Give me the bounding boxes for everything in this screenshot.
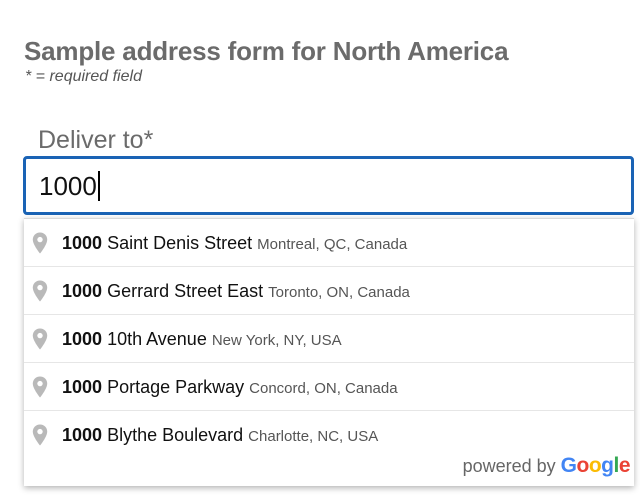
suggestion-number: 1000	[62, 233, 103, 253]
deliver-to-input-text[interactable]: 1000	[39, 171, 100, 202]
google-logo-letter: o	[576, 454, 589, 477]
required-field-note: * = required field	[25, 68, 142, 85]
suggestion-item[interactable]: 1000 Blythe Boulevard Charlotte, NC, USA	[24, 411, 634, 458]
suggestion-number: 1000	[62, 425, 103, 445]
google-logo-letter: e	[618, 454, 631, 477]
suggestion-item[interactable]: 1000 Gerrard Street East Toronto, ON, Ca…	[24, 267, 634, 315]
suggestion-secondary: Montreal, QC, Canada	[257, 236, 408, 253]
google-logo-letter: o	[588, 454, 602, 477]
map-pin-icon	[32, 424, 48, 446]
deliver-to-field[interactable]: 1000	[23, 156, 634, 215]
suggestion-secondary: Toronto, ON, Canada	[268, 284, 410, 301]
suggestion-street: Blythe Boulevard	[107, 425, 244, 445]
suggestion-number: 1000	[62, 281, 103, 301]
suggestion-text: 1000 Saint Denis Street Montreal, QC, Ca…	[62, 233, 407, 254]
suggestion-text: 1000 Portage Parkway Concord, ON, Canada	[62, 377, 398, 398]
suggestion-secondary: New York, NY, USA	[211, 332, 342, 349]
text-caret	[97, 171, 100, 201]
suggestion-item[interactable]: 1000 Saint Denis Street Montreal, QC, Ca…	[24, 219, 634, 267]
powered-by-google-attribution: powered by Google	[462, 454, 631, 478]
suggestion-number: 1000	[62, 377, 103, 397]
deliver-to-label: Deliver to*	[38, 126, 154, 154]
suggestion-number: 1000	[62, 329, 103, 349]
suggestion-secondary: Charlotte, NC, USA	[248, 428, 379, 445]
suggestion-secondary: Concord, ON, Canada	[249, 380, 398, 397]
map-pin-icon	[32, 232, 48, 254]
suggestion-text: 1000 Blythe Boulevard Charlotte, NC, USA	[62, 425, 378, 446]
suggestion-street: Portage Parkway	[107, 377, 245, 397]
deliver-to-input-value[interactable]: 1000	[39, 171, 97, 201]
google-logo-letter: G	[560, 454, 577, 477]
suggestion-street: Gerrard Street East	[107, 281, 264, 301]
suggestion-text: 1000 Gerrard Street East Toronto, ON, Ca…	[62, 281, 410, 302]
map-pin-icon	[32, 280, 48, 302]
suggestion-street: Saint Denis Street	[107, 233, 253, 253]
map-pin-icon	[32, 328, 48, 350]
google-logo: Google	[560, 454, 631, 477]
map-pin-icon	[32, 376, 48, 398]
google-logo-letter: g	[601, 454, 614, 477]
suggestion-item[interactable]: 1000 10th Avenue New York, NY, USA	[24, 315, 634, 363]
powered-by-text: powered by	[462, 456, 556, 476]
suggestion-street: 10th Avenue	[107, 329, 207, 349]
page-title: Sample address form for North America	[24, 36, 509, 66]
suggestion-item[interactable]: 1000 Portage Parkway Concord, ON, Canada	[24, 363, 634, 411]
autocomplete-dropdown: 1000 Saint Denis Street Montreal, QC, Ca…	[24, 218, 634, 486]
suggestion-text: 1000 10th Avenue New York, NY, USA	[62, 329, 342, 350]
